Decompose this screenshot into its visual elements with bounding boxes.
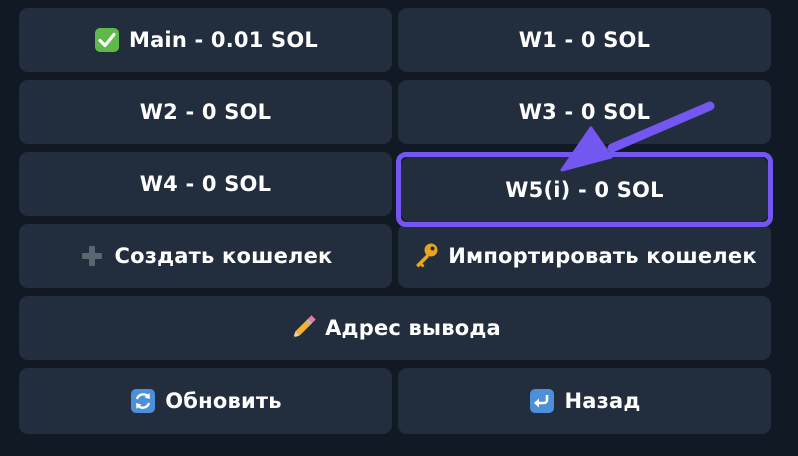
key-icon xyxy=(412,242,440,270)
wallet-button-w1[interactable]: W1 - 0 SOL xyxy=(398,8,771,72)
create-wallet-label: Создать кошелек xyxy=(114,244,333,268)
refresh-icon xyxy=(129,387,157,415)
wallet-button-w3-label: W3 - 0 SOL xyxy=(518,100,651,124)
wallet-button-w4[interactable]: W4 - 0 SOL xyxy=(19,152,392,216)
refresh-button[interactable]: Обновить xyxy=(19,368,392,434)
wallet-button-main[interactable]: Main - 0.01 SOL xyxy=(19,8,392,72)
return-arrow-icon xyxy=(528,387,556,415)
wallet-button-w2-label: W2 - 0 SOL xyxy=(139,100,272,124)
wallet-button-w3[interactable]: W3 - 0 SOL xyxy=(398,80,771,144)
import-wallet-label: Импортировать кошелек xyxy=(448,244,757,268)
create-wallet-button[interactable]: Создать кошелек xyxy=(19,224,392,288)
back-label: Назад xyxy=(564,389,641,413)
pencil-icon xyxy=(289,314,317,342)
plus-icon xyxy=(78,242,106,270)
refresh-label: Обновить xyxy=(165,389,282,413)
wallet-button-w2[interactable]: W2 - 0 SOL xyxy=(19,80,392,144)
wallet-button-w5-label: W5(i) - 0 SOL xyxy=(505,177,664,202)
wallet-button-w5[interactable]: W5(i) - 0 SOL xyxy=(401,157,768,222)
import-wallet-button[interactable]: Импортировать кошелек xyxy=(398,224,771,288)
wallet-button-w1-label: W1 - 0 SOL xyxy=(518,28,651,52)
wallet-keyboard: Main - 0.01 SOL W1 - 0 SOL W2 - 0 SOL W3… xyxy=(0,0,798,456)
check-mark-icon xyxy=(93,26,121,54)
withdraw-address-label: Адрес вывода xyxy=(325,316,501,340)
withdraw-address-button[interactable]: Адрес вывода xyxy=(19,296,771,360)
wallet-button-main-label: Main - 0.01 SOL xyxy=(128,28,319,52)
back-button[interactable]: Назад xyxy=(398,368,771,434)
wallet-button-w4-label: W4 - 0 SOL xyxy=(139,172,272,196)
